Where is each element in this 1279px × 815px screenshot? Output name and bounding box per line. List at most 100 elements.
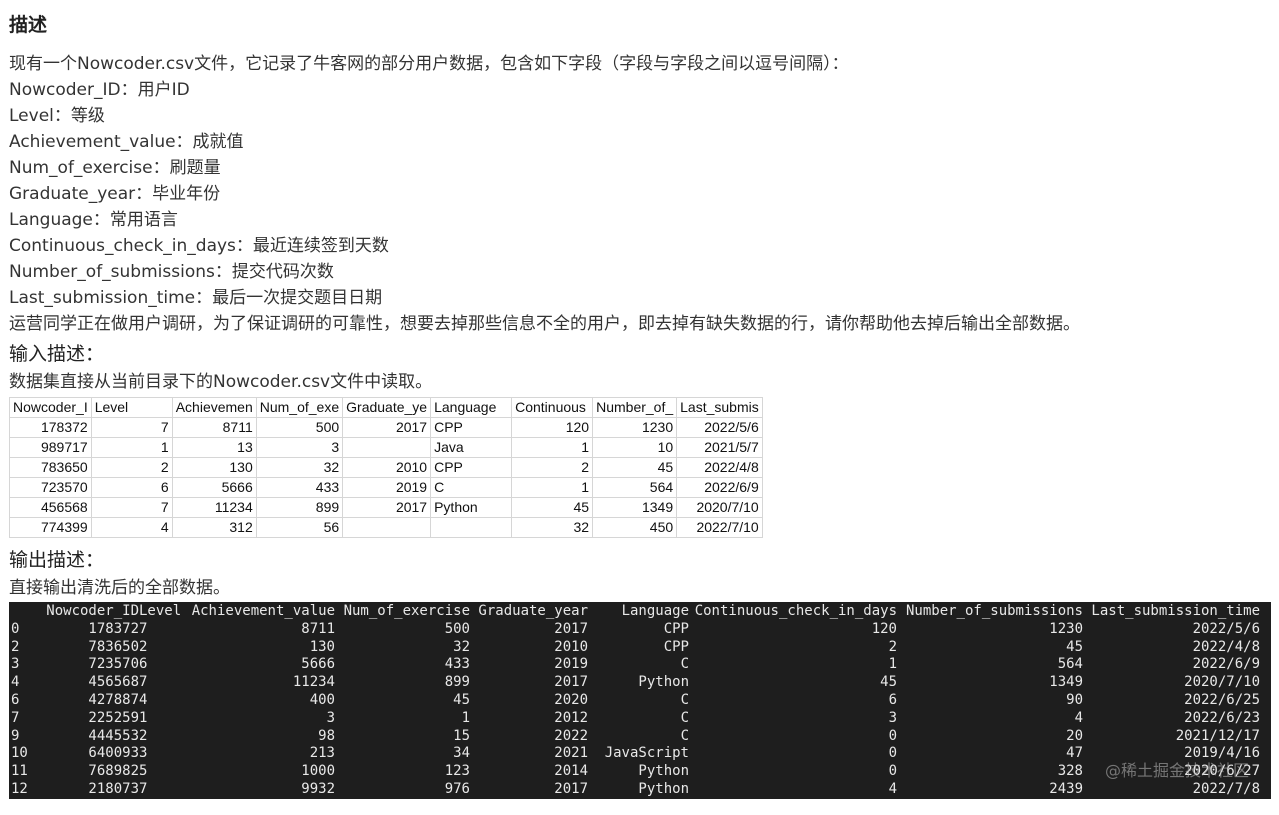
sheet-header-cell: Continuous (511, 397, 594, 418)
dataframe-index-cell: 2 (11, 638, 20, 655)
sheet-row: 178372 7 8711 500 2017 CPP 120 1230 2022/5/6 (9, 417, 763, 438)
dataframe-cell: 2022 (554, 727, 588, 744)
dataframe-cell: 0 (888, 763, 897, 780)
dataframe-cell: 2 (139, 727, 148, 744)
dataframe-cell: 433 (444, 656, 470, 673)
sheet-cell: 2017 (342, 497, 432, 518)
sheet-header-cell: Number_of_ (592, 397, 678, 418)
dataframe-cell: 400 (309, 691, 335, 708)
dataframe-cell: 640093 (88, 745, 139, 762)
sheet-cell: 2020/7/10 (676, 497, 763, 518)
sheet-row: 774399 4 312 56 32 450 2022/7/10 (9, 517, 763, 538)
sheet-cell: 2022/6/9 (676, 477, 763, 498)
sheet-cell: 45 (592, 457, 678, 478)
sheet-cell (430, 517, 513, 538)
sheet-header-cell: Level (90, 397, 173, 418)
dataframe-cell: 2022/5/6 (1192, 620, 1260, 637)
dataframe-cell: 0 (888, 727, 897, 744)
dataframe-cell: 783650 (88, 638, 139, 655)
dataframe-row: 7 225259 1 3 1 2012 C 3 4 2022/6/23 (9, 710, 1260, 728)
intro-text: 现有一个Nowcoder.csv文件，它记录了牛客网的部分用户数据，包含如下字段… (9, 54, 849, 74)
dataframe-cell: 34 (453, 745, 470, 762)
sheet-cell: 13 (171, 437, 257, 458)
dataframe-cell: 1000 (301, 763, 335, 780)
sheet-cell: 1349 (592, 497, 678, 518)
sheet-cell: Python (430, 497, 513, 518)
dataframe-cell: 2022/7/8 (1192, 780, 1260, 797)
dataframe-cell: 2 (888, 638, 897, 655)
dataframe-index-cell: 10 (11, 745, 28, 762)
dataframe-cell: 15 (453, 727, 470, 744)
dataframe-cell: 3 (139, 745, 148, 762)
dataframe-cell: 98 (318, 727, 335, 744)
dataframe-cell: 2022/6/25 (1184, 691, 1260, 708)
sheet-cell: 1 (511, 437, 594, 458)
dataframe-index-cell: 3 (11, 656, 20, 673)
field-item: Num_of_exercise：刷题量 (9, 158, 221, 178)
dataframe-header-row: Nowcoder_ID Level Achievement_value Num_of_… (9, 603, 1260, 621)
sheet-cell: C (430, 477, 513, 498)
dataframe-cell: 3 (888, 709, 897, 726)
dataframe-index-cell: 9 (11, 727, 20, 744)
dataframe-cell: 9932 (301, 780, 335, 797)
sheet-cell: 783650 (9, 457, 92, 478)
sheet-row: 456568 7 11234 899 2017 Python 45 1349 2020/7/10 (9, 497, 763, 518)
dataframe-cell: 500 (444, 620, 470, 637)
dataframe-cell: 2022/6/9 (1192, 656, 1260, 673)
sheet-cell: 130 (171, 457, 257, 478)
field-item: Graduate_year：毕业年份 (9, 184, 221, 204)
sheet-header-cell: Last_submis (676, 397, 763, 418)
dataframe-cell: C (680, 656, 689, 673)
dataframe-cell: 6 (139, 656, 148, 673)
sheet-cell: 989717 (9, 437, 92, 458)
sheet-cell: 1230 (592, 417, 678, 438)
dataframe-cell: 2020/7/10 (1184, 674, 1260, 691)
sheet-row: 783650 2 130 32 2010 CPP 2 45 2022/4/8 (9, 457, 763, 478)
dataframe-row: 0 178372 7 8711 500 2017 CPP 120 1230 2022/5/6 (9, 621, 1260, 639)
dataframe-cell: 2017 (554, 780, 588, 797)
dataframe-cell: 444553 (88, 727, 139, 744)
dataframe-cell: 4 (139, 691, 148, 708)
sheet-cell (342, 437, 432, 458)
dataframe-cell: 225259 (88, 709, 139, 726)
dataframe-cell: C (680, 727, 689, 744)
dataframe-cell: 90 (1066, 691, 1083, 708)
dataframe-cell: 328 (1057, 763, 1083, 780)
dataframe-index-cell: 11 (11, 763, 28, 780)
input-sample-table: Nowcoder_I Level Achievemen Num_of_exe Gradu… (9, 397, 763, 538)
dataframe-cell: 1 (461, 709, 470, 726)
dataframe-cell: 2021/12/17 (1175, 727, 1260, 744)
sheet-cell: 2019 (342, 477, 432, 498)
sheet-cell: 2022/4/8 (676, 457, 763, 478)
dataframe-cell: 2014 (554, 763, 588, 780)
dataframe-cell: 2017 (554, 620, 588, 637)
output-heading: 输出描述： (9, 549, 105, 571)
sheet-header-cell: Achievemen (171, 397, 257, 418)
field-item: Nowcoder_ID：用户ID (9, 80, 190, 100)
field-item: Last_submission_time：最后一次提交题目日期 (9, 288, 383, 308)
dataframe-cell: 8711 (301, 620, 335, 637)
sheet-cell: 6 (90, 477, 173, 498)
dataframe-header-cell: Graduate_year (478, 603, 588, 619)
field-item: Language：常用语言 (9, 210, 178, 230)
dataframe-cell: 7 (139, 620, 148, 637)
dataframe-row: 9 444553 2 98 15 2022 C 0 20 2021/12/17 (9, 728, 1260, 746)
dataframe-cell: 47 (1066, 745, 1083, 762)
dataframe-row: 3 723570 6 5666 433 2019 C 1 564 2022/6/9 (9, 656, 1260, 674)
sheet-cell: 2 (90, 457, 173, 478)
sheet-cell: 120 (511, 417, 594, 438)
sheet-header-cell: Nowcoder_I (9, 397, 92, 418)
dataframe-header-cell: Last_submission_time (1091, 603, 1260, 619)
sheet-header-cell: Language (430, 397, 513, 418)
dataframe-cell: 45 (453, 691, 470, 708)
dataframe-cell: 20 (1066, 727, 1083, 744)
sheet-cell: 2017 (342, 417, 432, 438)
dataframe-cell: 2019 (554, 656, 588, 673)
sheet-cell: 2022/5/6 (676, 417, 763, 438)
dataframe-cell: 456568 (88, 674, 139, 691)
sheet-cell: 11234 (171, 497, 257, 518)
dataframe-cell: 1 (888, 656, 897, 673)
dataframe-cell: 2021 (554, 745, 588, 762)
sheet-cell: Java (430, 437, 513, 458)
dataframe-cell: 11234 (292, 674, 335, 691)
